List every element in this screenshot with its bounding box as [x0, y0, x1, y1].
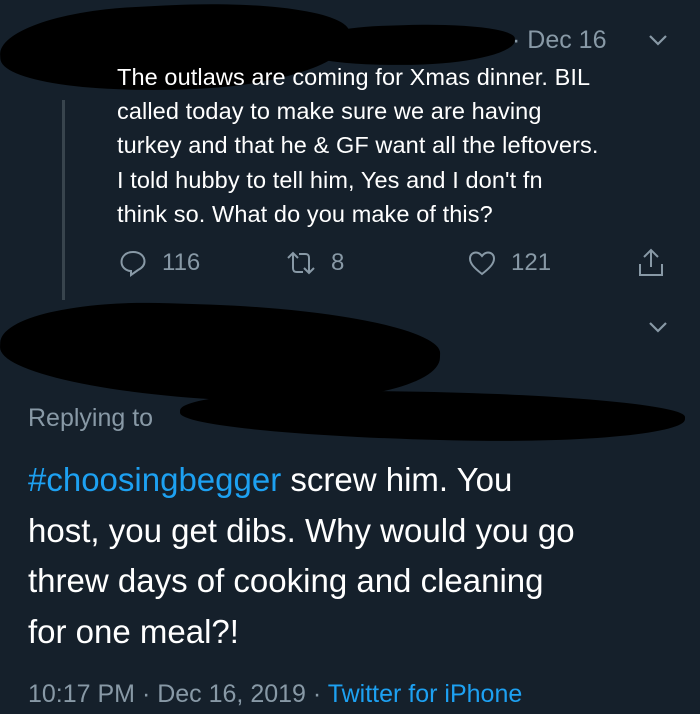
retweet-icon: [287, 251, 315, 275]
reply-button[interactable]: 116: [118, 247, 200, 279]
reply-tweet-text: #choosingbegger screw him. You host, you…: [28, 455, 688, 657]
reply-timestamp-row: 10:17 PM · Dec 16, 2019 · Twitter for iP…: [28, 680, 522, 709]
replying-to-label: Replying to: [28, 404, 154, 432]
redacted-replying-handle: [179, 387, 686, 445]
reply-bubble-icon: [120, 250, 146, 277]
hashtag-link[interactable]: #choosingbegger: [28, 461, 281, 498]
heart-icon: [468, 251, 496, 276]
tweet-text: The outlaws are coming for Xmas dinner. …: [117, 64, 599, 227]
retweet-button[interactable]: 8: [285, 247, 344, 279]
thread-connector-line: [62, 100, 65, 300]
share-icon: [639, 248, 663, 276]
like-button[interactable]: 121: [467, 247, 551, 279]
chevron-down-icon[interactable]: [648, 320, 668, 334]
like-count: 121: [511, 249, 552, 276]
chevron-down-icon[interactable]: [648, 33, 668, 47]
reply-timestamp: 10:17 PM · Dec 16, 2019 ·: [28, 680, 328, 708]
share-button[interactable]: [637, 247, 679, 279]
retweet-count: 8: [331, 249, 345, 276]
source-link[interactable]: Twitter for iPhone: [328, 680, 523, 708]
tweet-date: · Dec 16: [512, 26, 607, 54]
reply-count: 116: [162, 249, 201, 276]
